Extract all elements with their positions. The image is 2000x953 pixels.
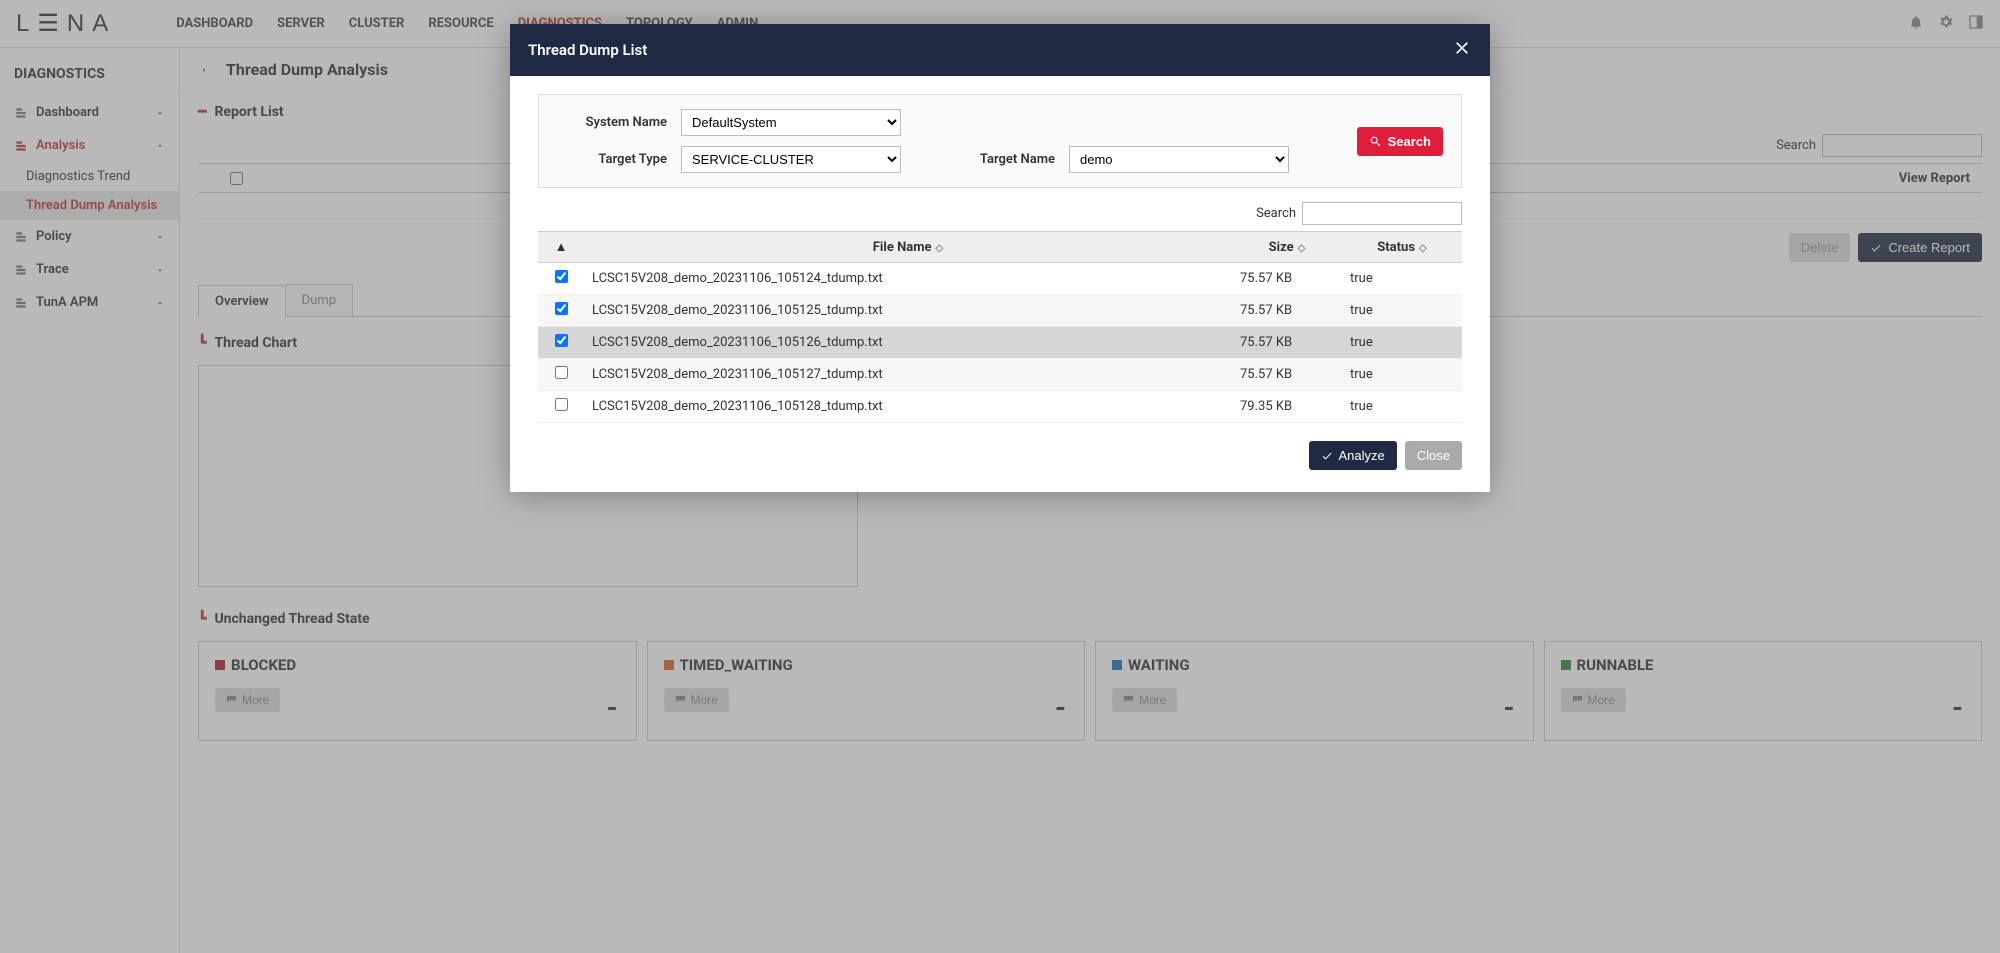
target-type-label: Target Type xyxy=(557,152,667,167)
filter-panel: System Name DefaultSystem Search Target … xyxy=(538,94,1462,188)
filter-search-label: Search xyxy=(1388,134,1431,149)
modal-body: System Name DefaultSystem Search Target … xyxy=(510,76,1490,492)
thread-dump-modal: Thread Dump List System Name DefaultSyst… xyxy=(510,24,1490,492)
modal-header: Thread Dump List xyxy=(510,24,1490,76)
modal-title: Thread Dump List xyxy=(528,41,647,59)
table-search-label: Search xyxy=(1256,206,1296,221)
file-table: ▲ File Name◇ Size◇ Status◇ LCSC15V208_de… xyxy=(538,231,1462,423)
status-header[interactable]: Status◇ xyxy=(1342,232,1462,263)
file-status-cell: true xyxy=(1342,263,1462,295)
analyze-label: Analyze xyxy=(1339,448,1385,463)
close-icon xyxy=(1452,38,1472,58)
file-size-cell: 75.57 KB xyxy=(1232,327,1342,359)
file-name-header[interactable]: File Name◇ xyxy=(584,232,1232,263)
file-name-cell: LCSC15V208_demo_20231106_105127_tdump.tx… xyxy=(584,359,1232,391)
file-row-checkbox[interactable] xyxy=(555,366,568,379)
file-row-checkbox[interactable] xyxy=(555,302,568,315)
file-status-cell: true xyxy=(1342,359,1462,391)
modal-close-button[interactable] xyxy=(1452,38,1472,62)
file-name-cell: LCSC15V208_demo_20231106_105126_tdump.tx… xyxy=(584,327,1232,359)
table-search-row: Search xyxy=(538,202,1462,225)
file-row[interactable]: LCSC15V208_demo_20231106_105128_tdump.tx… xyxy=(538,391,1462,423)
system-name-label: System Name xyxy=(557,115,667,130)
target-name-select[interactable]: demo xyxy=(1069,146,1289,173)
file-size-cell: 75.57 KB xyxy=(1232,263,1342,295)
close-button[interactable]: Close xyxy=(1405,441,1462,470)
analyze-button[interactable]: Analyze xyxy=(1309,441,1397,470)
file-row-checkbox[interactable] xyxy=(555,270,568,283)
file-status-cell: true xyxy=(1342,327,1462,359)
file-size-cell: 75.57 KB xyxy=(1232,295,1342,327)
system-name-select[interactable]: DefaultSystem xyxy=(681,109,901,136)
filter-search-button[interactable]: Search xyxy=(1357,127,1443,156)
search-icon xyxy=(1369,135,1382,148)
file-name-cell: LCSC15V208_demo_20231106_105124_tdump.tx… xyxy=(584,263,1232,295)
file-row[interactable]: LCSC15V208_demo_20231106_105127_tdump.tx… xyxy=(538,359,1462,391)
file-row[interactable]: LCSC15V208_demo_20231106_105125_tdump.tx… xyxy=(538,295,1462,327)
file-row[interactable]: LCSC15V208_demo_20231106_105126_tdump.tx… xyxy=(538,327,1462,359)
file-name-cell: LCSC15V208_demo_20231106_105125_tdump.tx… xyxy=(584,295,1232,327)
file-row-checkbox[interactable] xyxy=(555,398,568,411)
sort-column[interactable]: ▲ xyxy=(538,232,584,263)
file-row-checkbox[interactable] xyxy=(555,334,568,347)
check-icon xyxy=(1321,450,1333,462)
file-status-cell: true xyxy=(1342,391,1462,423)
size-header[interactable]: Size◇ xyxy=(1232,232,1342,263)
file-row[interactable]: LCSC15V208_demo_20231106_105124_tdump.tx… xyxy=(538,263,1462,295)
target-name-label: Target Name xyxy=(915,152,1055,167)
table-search-input[interactable] xyxy=(1302,202,1462,225)
file-name-cell: LCSC15V208_demo_20231106_105128_tdump.tx… xyxy=(584,391,1232,423)
modal-footer: Analyze Close xyxy=(538,441,1462,470)
file-size-cell: 75.57 KB xyxy=(1232,359,1342,391)
file-size-cell: 79.35 KB xyxy=(1232,391,1342,423)
target-type-select[interactable]: SERVICE-CLUSTER xyxy=(681,146,901,173)
file-status-cell: true xyxy=(1342,295,1462,327)
